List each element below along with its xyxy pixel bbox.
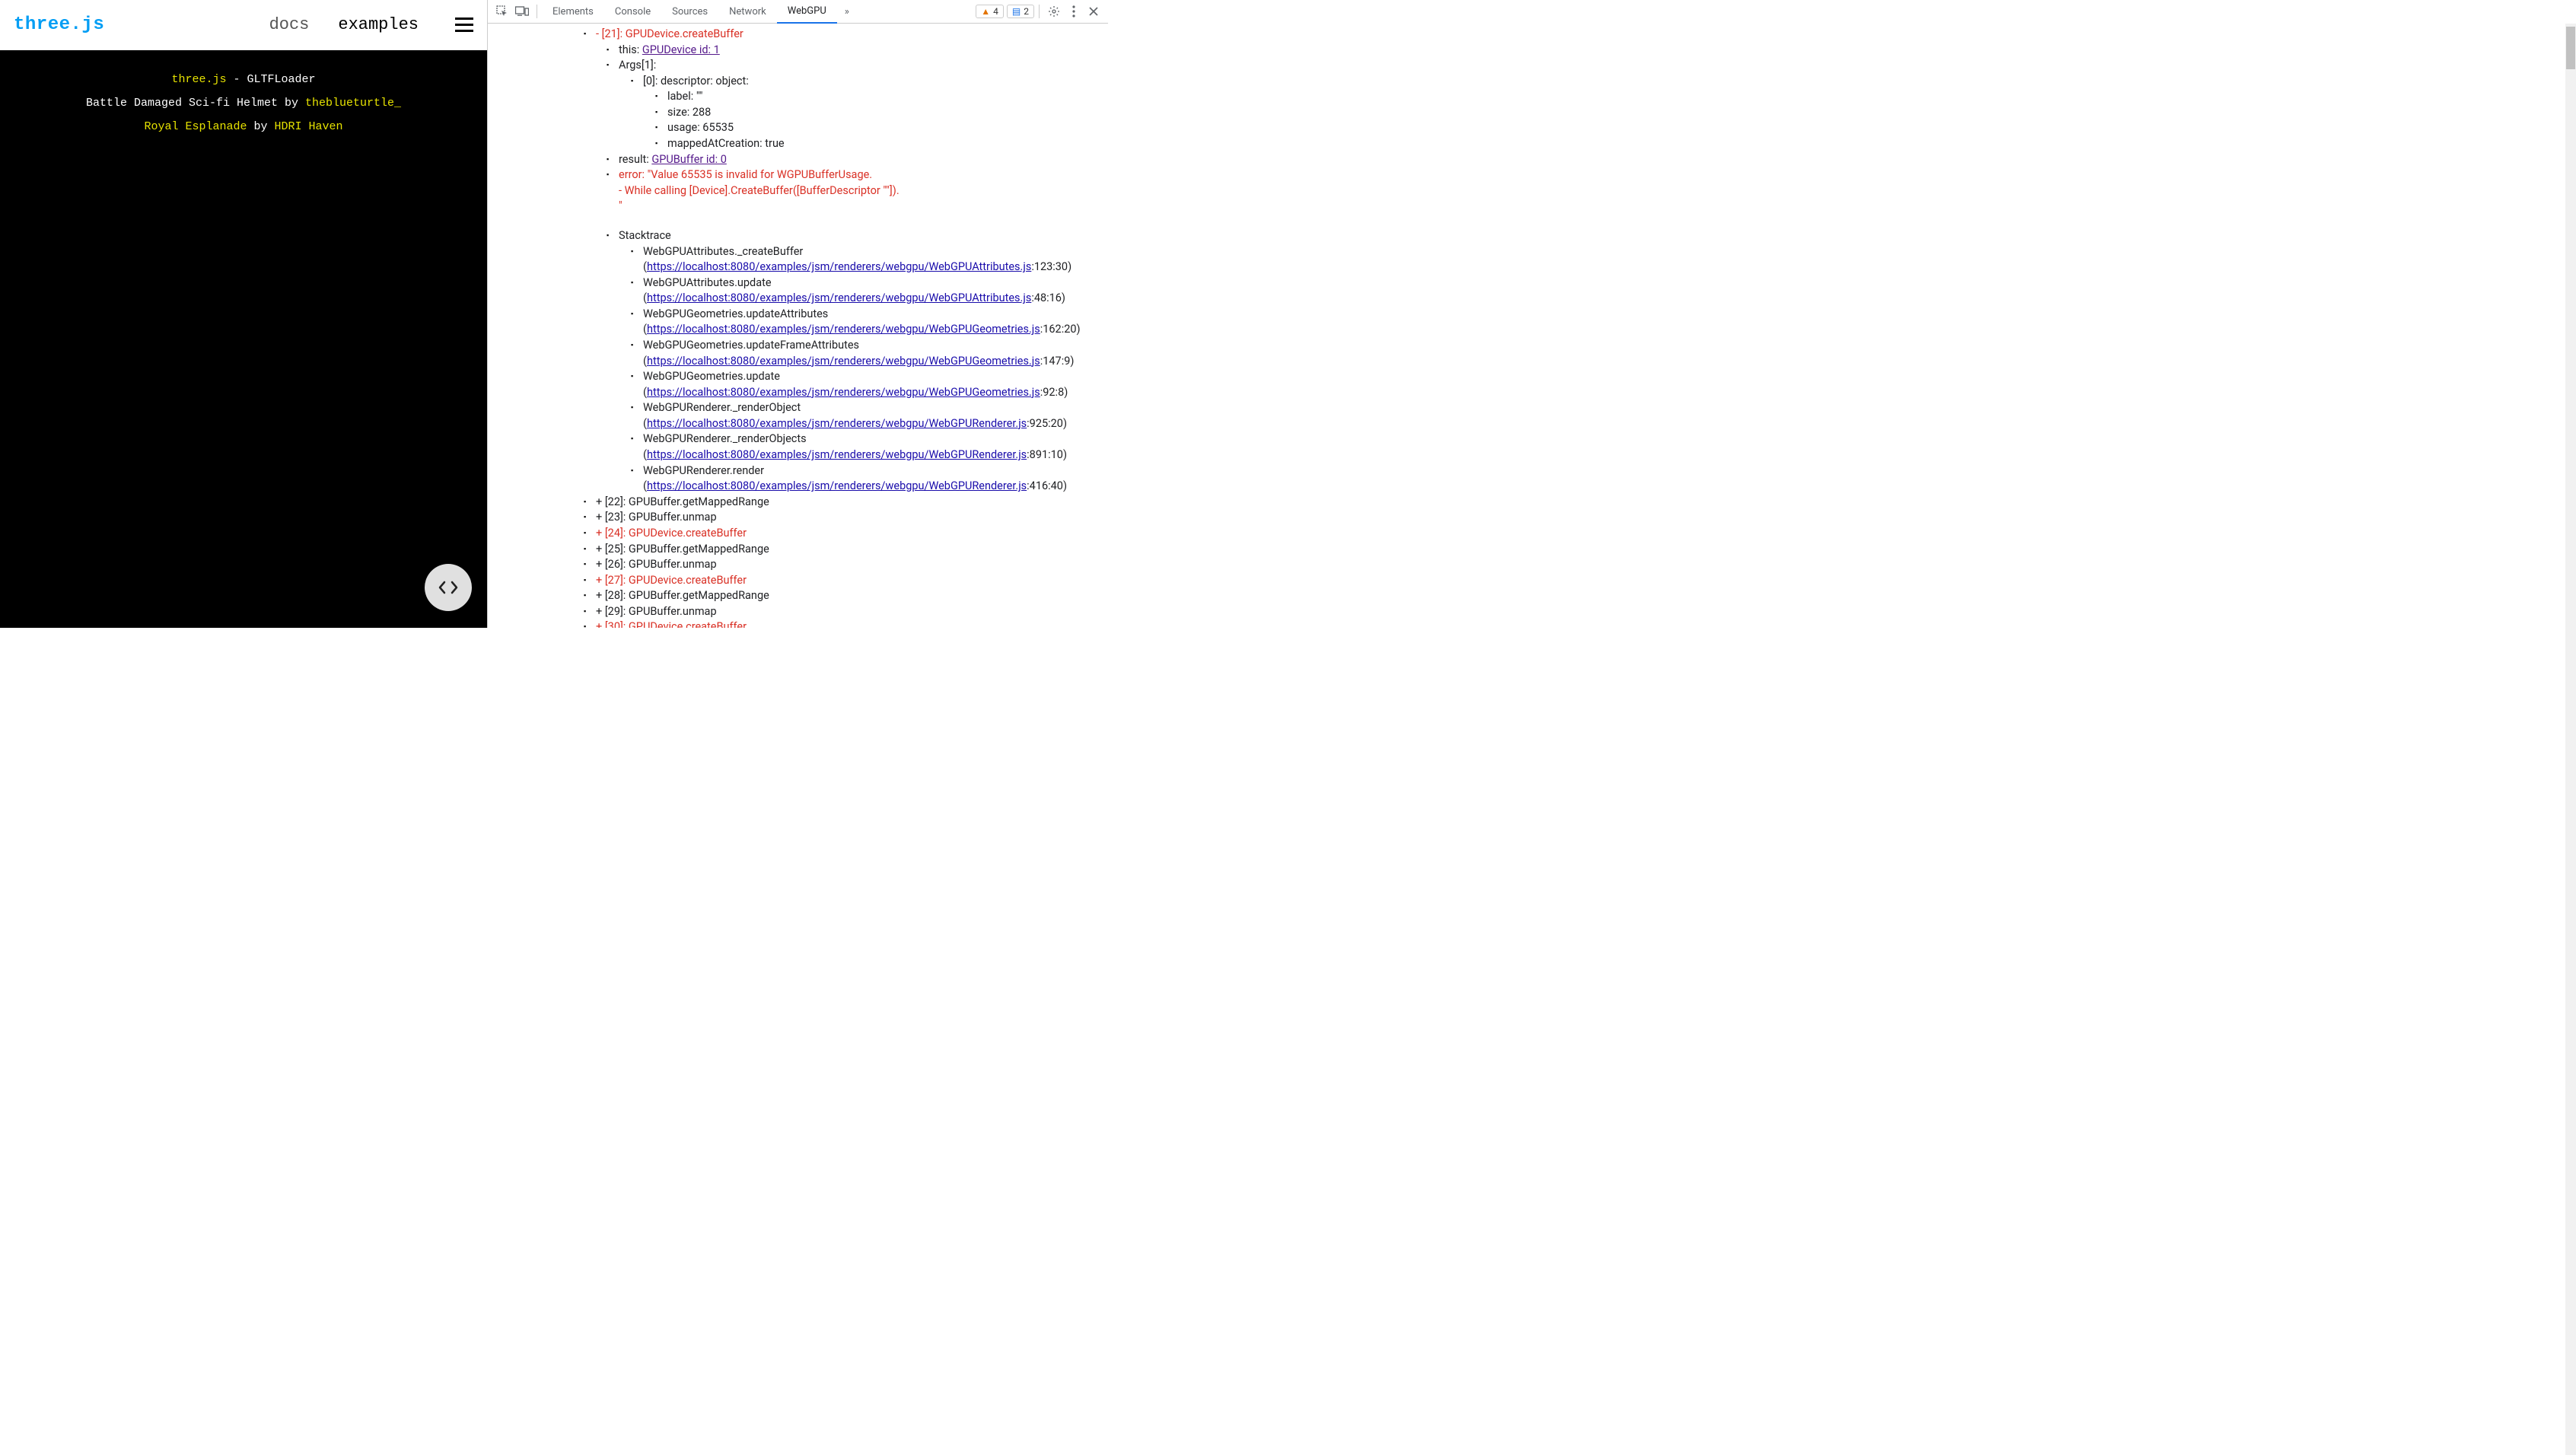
stack-loc: :48:16)	[1031, 291, 1065, 304]
stack-url-link[interactable]: https://localhost:8080/examples/jsm/rend…	[647, 479, 1027, 492]
stack-fn: WebGPURenderer.render	[643, 464, 764, 477]
warnings-badge[interactable]: ▲4	[976, 5, 1004, 18]
stack-fn: WebGPUGeometries.updateAttributes	[643, 307, 828, 320]
issue-count: 2	[1024, 6, 1029, 17]
trace-arg0: [0]: descriptor: object:	[631, 74, 1102, 90]
trace-args: Args[1]:	[607, 58, 1102, 74]
device-icon[interactable]	[512, 2, 532, 21]
devtools-pane: Elements Console Sources Network WebGPU …	[487, 0, 1108, 628]
stack-loc: :147:9)	[1040, 355, 1075, 368]
credit-line-2: Royal Esplanade by HDRI Haven	[0, 120, 487, 133]
trace-this: this: GPUDevice id: 1	[607, 43, 1102, 59]
issue-icon: ▤	[1012, 6, 1021, 17]
trace-entry[interactable]: + [22]: GPUBuffer.getMappedRange	[584, 495, 1102, 511]
stack-fn: WebGPUGeometries.updateFrameAttributes	[643, 339, 859, 352]
nav-links: docs examples	[269, 15, 473, 34]
view-source-button[interactable]	[425, 564, 472, 611]
stacktrace-frame: WebGPURenderer.render(https://localhost:…	[631, 463, 1102, 495]
credit-link-2a[interactable]: Royal Esplanade	[144, 120, 247, 133]
stack-fn: WebGPUAttributes.update	[643, 276, 772, 289]
separator	[1039, 5, 1040, 18]
stack-url-link[interactable]: https://localhost:8080/examples/jsm/rend…	[647, 448, 1027, 461]
app-viewport: three.js docs examples three.js - GLTFLo…	[0, 0, 487, 628]
trace-result: result: GPUBuffer id: 0	[607, 152, 1102, 168]
hamburger-icon[interactable]	[455, 18, 473, 32]
logo[interactable]: three.js	[14, 14, 104, 35]
scrollbar-track[interactable]	[2565, 24, 2576, 1455]
credit-text-2: by	[247, 120, 275, 133]
trace-entry[interactable]: + [26]: GPUBuffer.unmap	[584, 557, 1102, 573]
tab-webgpu[interactable]: WebGPU	[777, 0, 837, 24]
title-link[interactable]: three.js	[171, 73, 226, 86]
stack-fn: WebGPUAttributes._createBuffer	[643, 245, 803, 258]
gpudevice-link[interactable]: GPUDevice id: 1	[642, 43, 720, 56]
stack-loc: :123:30)	[1031, 260, 1071, 273]
stack-loc: :416:40)	[1027, 479, 1067, 492]
trace-entry[interactable]: + [28]: GPUBuffer.getMappedRange	[584, 588, 1102, 604]
stacktrace-frame: WebGPUGeometries.updateAttributes(https:…	[631, 307, 1102, 338]
stacktrace-frame: WebGPUGeometries.update(https://localhos…	[631, 369, 1102, 400]
canvas-area: three.js - GLTFLoader Battle Damaged Sci…	[0, 50, 487, 628]
stack-fn: WebGPURenderer._renderObject	[643, 401, 801, 414]
trace-error: error: "Value 65535 is invalid for WGPUB…	[607, 167, 1102, 215]
stack-url-link[interactable]: https://localhost:8080/examples/jsm/rend…	[647, 260, 1031, 273]
stacktrace-frame: WebGPURenderer._renderObjects(https://lo…	[631, 431, 1102, 463]
scrollbar-thumb[interactable]	[2566, 27, 2575, 69]
issues-badge[interactable]: ▤2	[1007, 5, 1034, 18]
stack-url-link[interactable]: https://localhost:8080/examples/jsm/rend…	[647, 355, 1040, 368]
stack-url-link[interactable]: https://localhost:8080/examples/jsm/rend…	[647, 291, 1031, 304]
gpubuffer-link[interactable]: GPUBuffer id: 0	[651, 153, 727, 166]
more-tabs-icon[interactable]: »	[837, 2, 857, 21]
trace-entry[interactable]: + [23]: GPUBuffer.unmap	[584, 510, 1102, 526]
settings-icon[interactable]	[1044, 2, 1064, 21]
tab-network[interactable]: Network	[718, 0, 777, 24]
trace-entry[interactable]: + [30]: GPUDevice.createBuffer	[584, 619, 1102, 628]
devtools-content[interactable]: - [21]: GPUDevice.createBuffer this: GPU…	[488, 24, 1108, 628]
stacktrace-frame: WebGPUAttributes._createBuffer(https://l…	[631, 244, 1102, 275]
trace-size: size: 288	[655, 105, 1102, 121]
trace-usage: usage: 65535	[655, 120, 1102, 136]
stacktrace-frame: WebGPUGeometries.updateFrameAttributes(h…	[631, 338, 1102, 369]
nav-docs[interactable]: docs	[269, 15, 310, 34]
credit-link-2b[interactable]: HDRI Haven	[275, 120, 343, 133]
devtools-tabbar: Elements Console Sources Network WebGPU …	[488, 0, 1108, 24]
title-line: three.js - GLTFLoader	[0, 73, 487, 86]
credit-text-1: Battle Damaged Sci-fi Helmet by	[86, 97, 305, 110]
stack-loc: :925:20)	[1027, 417, 1067, 430]
stacktrace-frame: WebGPUAttributes.update(https://localhos…	[631, 275, 1102, 307]
tab-console[interactable]: Console	[604, 0, 661, 24]
trace-mapped: mappedAtCreation: true	[655, 136, 1102, 152]
stack-fn: WebGPURenderer._renderObjects	[643, 432, 807, 445]
credit-link-1[interactable]: theblueturtle_	[305, 97, 401, 110]
nav-examples[interactable]: examples	[338, 15, 419, 34]
stack-loc: :891:10)	[1027, 448, 1067, 461]
warning-icon: ▲	[981, 6, 990, 17]
stack-url-link[interactable]: https://localhost:8080/examples/jsm/rend…	[647, 323, 1040, 336]
code-icon	[438, 581, 458, 594]
stack-url-link[interactable]: https://localhost:8080/examples/jsm/rend…	[647, 417, 1027, 430]
stack-url-link[interactable]: https://localhost:8080/examples/jsm/rend…	[647, 386, 1040, 399]
warning-count: 4	[993, 6, 998, 17]
stack-loc: :162:20)	[1040, 323, 1081, 336]
tab-elements[interactable]: Elements	[542, 0, 604, 24]
kebab-icon[interactable]	[1064, 2, 1084, 21]
stacktrace-header: Stacktrace	[607, 228, 1102, 244]
app-header: three.js docs examples	[0, 0, 487, 50]
close-icon[interactable]	[1084, 2, 1103, 21]
stacktrace-frame: WebGPURenderer._renderObject(https://loc…	[631, 400, 1102, 431]
trace-entry-21[interactable]: - [21]: GPUDevice.createBuffer	[584, 27, 1102, 43]
stack-fn: WebGPUGeometries.update	[643, 370, 780, 383]
trace-entry[interactable]: + [25]: GPUBuffer.getMappedRange	[584, 542, 1102, 558]
stack-loc: :92:8)	[1040, 386, 1068, 399]
credit-line-1: Battle Damaged Sci-fi Helmet by thebluet…	[0, 97, 487, 110]
trace-label: label: ""	[655, 89, 1102, 105]
trace-entry[interactable]: + [27]: GPUDevice.createBuffer	[584, 573, 1102, 589]
trace-entry[interactable]: + [24]: GPUDevice.createBuffer	[584, 526, 1102, 542]
title-suffix: - GLTFLoader	[226, 73, 315, 86]
trace-entry[interactable]: + [29]: GPUBuffer.unmap	[584, 604, 1102, 620]
tab-sources[interactable]: Sources	[661, 0, 718, 24]
inspect-icon[interactable]	[492, 2, 512, 21]
